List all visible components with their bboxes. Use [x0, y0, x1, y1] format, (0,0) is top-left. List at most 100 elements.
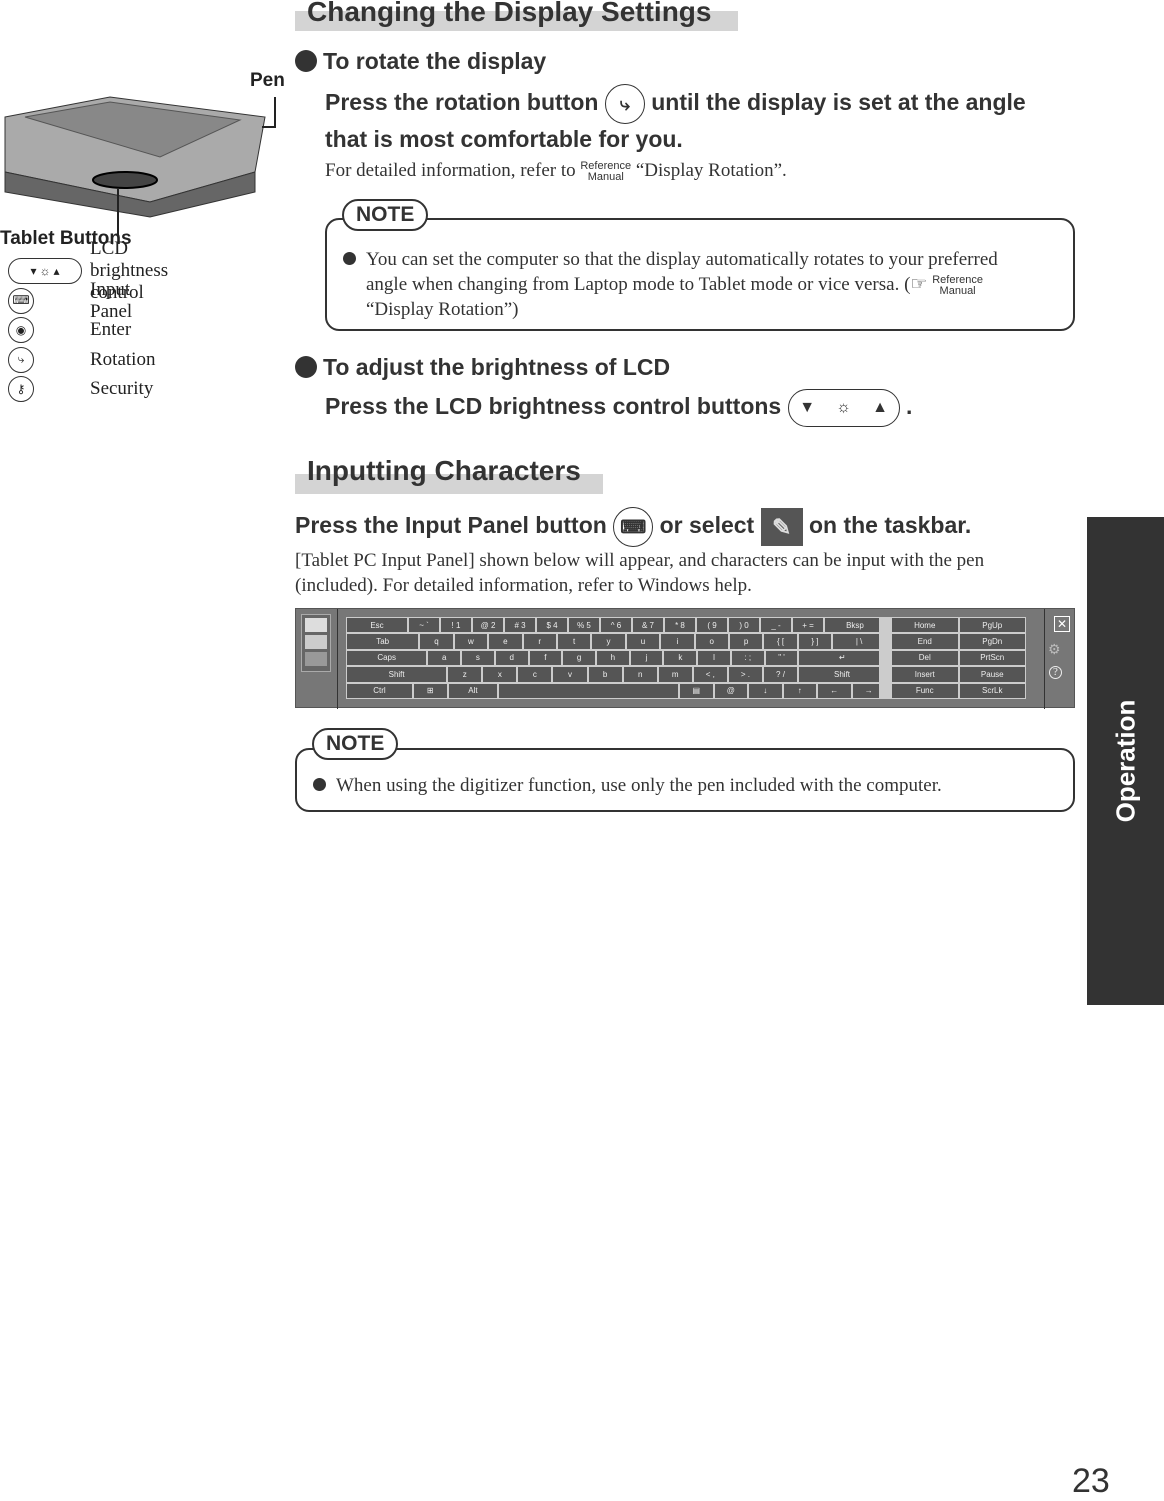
key[interactable]: ? /: [762, 666, 799, 683]
key[interactable]: Caps: [346, 649, 428, 667]
key[interactable]: g: [562, 649, 596, 667]
key[interactable]: Ctrl: [346, 682, 413, 699]
key[interactable]: $ 4: [536, 617, 568, 634]
key[interactable]: ↑: [782, 682, 817, 699]
writing-pad-mode-button[interactable]: [305, 618, 327, 632]
key[interactable]: w: [453, 633, 489, 650]
tablet-button-label: Input Panel: [90, 278, 133, 322]
key[interactable]: PgDn: [958, 633, 1026, 650]
tablet-button-item: ⤷ Rotation: [8, 346, 155, 373]
gear-icon[interactable]: ⚙: [1048, 642, 1061, 659]
input-panel-taskbar-icon: ✎: [760, 508, 803, 546]
key[interactable]: * 8: [664, 617, 696, 634]
key[interactable]: m: [657, 666, 693, 683]
keyboard-mode-button[interactable]: [305, 652, 327, 666]
key[interactable]: Tab: [346, 633, 420, 650]
key[interactable]: c: [517, 666, 553, 683]
brightness-heading: To adjust the brightness of LCD: [295, 354, 670, 381]
character-pad-mode-button[interactable]: [305, 635, 327, 649]
key-icon: ⚷: [8, 376, 34, 402]
section-title: Inputting Characters: [307, 455, 581, 486]
key[interactable]: j: [629, 649, 664, 667]
key[interactable]: p: [728, 633, 764, 650]
note-label: NOTE: [342, 199, 429, 231]
tablet-button-label: Rotation: [90, 348, 156, 370]
key[interactable]: d: [494, 649, 529, 667]
key[interactable]: Esc: [346, 617, 408, 634]
key[interactable]: & 7: [632, 617, 664, 634]
key[interactable]: y: [591, 633, 626, 650]
key[interactable]: Del: [891, 649, 959, 667]
key[interactable]: h: [596, 649, 630, 667]
rotate-instruction-cont: that is most comfortable for you.: [325, 126, 683, 152]
key[interactable]: } ]: [797, 633, 833, 650]
key[interactable]: ScrLk: [958, 682, 1026, 699]
key[interactable]: Bksp: [824, 617, 886, 634]
key[interactable]: ~ `: [408, 617, 440, 634]
key[interactable]: s: [461, 649, 495, 667]
key[interactable]: [498, 682, 679, 699]
key[interactable]: ↵: [798, 649, 887, 667]
key[interactable]: b: [587, 666, 623, 683]
key[interactable]: ▤: [679, 682, 714, 699]
key[interactable]: : ;: [730, 649, 765, 667]
tablet-button-item: ◉ Enter: [8, 317, 131, 343]
key[interactable]: Pause: [958, 666, 1026, 683]
pointing-hand-icon: ☞: [910, 274, 928, 295]
key[interactable]: a: [427, 649, 462, 667]
key[interactable]: Shift: [346, 666, 448, 683]
key[interactable]: Alt: [447, 682, 499, 699]
keyboard-nav-row: Home PgUp: [891, 617, 1026, 634]
key[interactable]: + =: [792, 617, 824, 634]
key[interactable]: # 3: [504, 617, 536, 634]
key[interactable]: n: [622, 666, 658, 683]
key[interactable]: End: [891, 633, 959, 650]
key[interactable]: u: [625, 633, 661, 650]
key[interactable]: ( 9: [696, 617, 728, 634]
keyboard-nav-row: Insert Pause: [891, 666, 1026, 683]
key[interactable]: k: [663, 649, 698, 667]
key[interactable]: ↓: [748, 682, 783, 699]
rotation-icon: ⤷: [604, 84, 645, 124]
key[interactable]: i: [660, 633, 695, 650]
panel-mode-switcher: [301, 614, 331, 672]
key[interactable]: t: [556, 633, 592, 650]
key[interactable]: ←: [817, 682, 852, 699]
key[interactable]: l: [697, 649, 731, 667]
key[interactable]: " ': [764, 649, 799, 667]
key[interactable]: e: [488, 633, 523, 650]
key[interactable]: Shift: [798, 666, 887, 683]
tablet-button-item: ⌨ Input Panel: [8, 279, 132, 322]
keyboard-nav-row: Func ScrLk: [891, 682, 1026, 699]
key[interactable]: ⊞: [413, 682, 448, 699]
key[interactable]: > .: [727, 666, 763, 683]
keyboard-icon: ⌨: [613, 507, 654, 547]
key[interactable]: _ -: [760, 617, 792, 634]
tablet-button-item: ⚷ Security: [8, 376, 153, 402]
brightness-instruction: Press the LCD brightness control buttons…: [325, 389, 912, 427]
key[interactable]: f: [528, 649, 563, 667]
key[interactable]: z: [447, 666, 483, 683]
key[interactable]: ^ 6: [600, 617, 632, 634]
key[interactable]: PgUp: [958, 617, 1026, 634]
key[interactable]: q: [419, 633, 454, 650]
key[interactable]: x: [482, 666, 518, 683]
key[interactable]: PrtScn: [958, 649, 1026, 667]
rotate-detail: For detailed information, refer to Refer…: [325, 159, 787, 183]
key[interactable]: | \: [832, 633, 887, 650]
key[interactable]: Home: [891, 617, 959, 634]
help-icon[interactable]: ?: [1049, 666, 1062, 679]
key[interactable]: o: [694, 633, 729, 650]
key[interactable]: Func: [891, 682, 959, 699]
key[interactable]: v: [552, 666, 588, 683]
key[interactable]: { [: [763, 633, 798, 650]
key[interactable]: @ 2: [472, 617, 504, 634]
close-icon[interactable]: ✕: [1054, 616, 1070, 632]
key[interactable]: ! 1: [440, 617, 472, 634]
key[interactable]: % 5: [568, 617, 600, 634]
key[interactable]: Insert: [891, 666, 959, 683]
key[interactable]: ) 0: [728, 617, 760, 634]
key[interactable]: @: [713, 682, 748, 699]
key[interactable]: < ,: [692, 666, 728, 683]
key[interactable]: r: [522, 633, 557, 650]
